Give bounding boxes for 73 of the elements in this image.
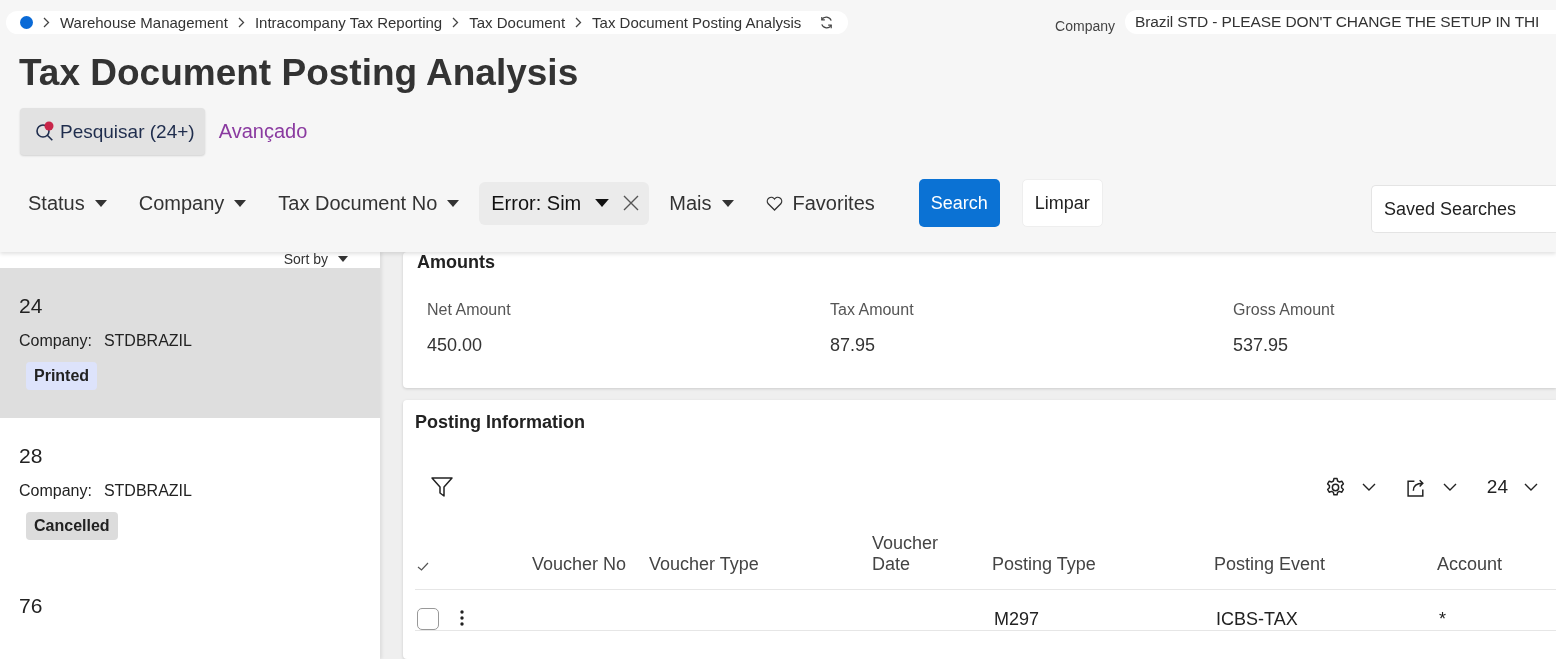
field-value: 87.95 <box>830 335 877 356</box>
company-label: Company: <box>19 332 92 350</box>
record-number: 24 <box>19 294 43 318</box>
search-button[interactable]: Search <box>918 179 1000 227</box>
column-header[interactable]: Posting Event <box>1212 554 1435 575</box>
chevron-right-icon <box>237 16 245 28</box>
advanced-link[interactable]: Avançado <box>218 120 308 143</box>
list-item[interactable]: 28 Company: STDBRAZIL Cancelled <box>0 418 380 568</box>
column-header[interactable]: Voucher Type <box>647 554 870 575</box>
chevron-down-icon <box>1361 483 1376 491</box>
status-badge: Printed <box>26 362 98 390</box>
chevron-right-icon <box>452 16 460 28</box>
breadcrumb-link[interactable]: Warehouse Management <box>60 13 228 31</box>
company-label: Company <box>1055 18 1115 34</box>
filter-dropdown[interactable]: Company <box>126 183 259 223</box>
filter-dropdown[interactable]: Tax Document No <box>266 183 472 223</box>
chevron-down-icon <box>1442 483 1457 491</box>
caret-icon <box>94 199 107 207</box>
saved-searches-field[interactable]: Saved Searches <box>1371 185 1556 233</box>
chevron-right-icon <box>575 16 583 28</box>
search-toggle-button[interactable]: Pesquisar (24+) <box>20 108 205 155</box>
chip-label: Error: Sim <box>491 191 582 215</box>
page-size-dropdown[interactable]: 24 <box>1486 476 1538 498</box>
sort-by-button[interactable]: Sort by <box>277 250 354 268</box>
table-cell-text: * <box>1438 609 1446 629</box>
heart-icon <box>765 195 783 211</box>
field-value: 537.95 <box>1233 335 1290 356</box>
list-item[interactable]: 24 Company: STDBRAZIL Printed <box>0 268 380 418</box>
filter-dropdown[interactable]: Mais <box>657 183 746 223</box>
field-value: 450.00 <box>427 335 484 356</box>
status-badge: Cancelled <box>26 512 118 540</box>
company-value: STDBRAZIL <box>103 332 192 350</box>
field-label: Tax Amount <box>830 301 915 319</box>
breadcrumb-link[interactable]: Intracompany Tax Reporting <box>254 13 443 31</box>
company-label: Company: <box>19 482 92 500</box>
field-label: Gross Amount <box>1233 301 1336 319</box>
search-icon <box>34 120 56 143</box>
filter-chip[interactable]: Error: Sim <box>479 181 650 225</box>
chevron-right-icon <box>43 16 50 28</box>
field-label: Net Amount <box>427 301 512 319</box>
more-options-icon[interactable] <box>460 610 464 626</box>
record-number: 76 <box>19 594 43 618</box>
settings-icon <box>1324 476 1346 498</box>
clear-button[interactable]: Limpar <box>1021 179 1103 227</box>
company-value: STDBRAZIL <box>103 482 192 500</box>
list-item[interactable]: 76 <box>0 568 380 659</box>
table-cell-text: ICBS-TAX <box>1215 609 1298 629</box>
refresh-icon[interactable] <box>819 14 835 30</box>
settings-menu-button[interactable] <box>1324 476 1376 498</box>
caret-icon <box>447 199 460 207</box>
check-icon <box>417 562 429 571</box>
column-header[interactable]: Account <box>1435 554 1556 575</box>
close-icon[interactable] <box>623 195 640 211</box>
company-field[interactable]: Brazil STD - PLEASE DON'T CHANGE THE SETUP IN THI <box>1125 10 1556 34</box>
section-title: Posting Information <box>415 412 585 432</box>
section-title: Amounts <box>417 252 496 273</box>
column-header[interactable]: Posting Type <box>990 554 1212 575</box>
page-title: Tax Document Posting Analysis <box>19 52 580 94</box>
row-checkbox[interactable] <box>417 608 439 630</box>
favorites-button[interactable]: Favorites <box>753 183 887 223</box>
caret-icon <box>721 199 734 207</box>
caret-icon <box>595 199 610 207</box>
table-cell-text: M297 <box>993 609 1040 629</box>
breadcrumb-link[interactable]: Tax Document <box>469 13 566 31</box>
column-header[interactable]: Voucher No <box>530 554 647 575</box>
filter-dropdown[interactable]: Status <box>16 183 119 223</box>
record-number: 28 <box>19 444 43 468</box>
filter-icon[interactable] <box>430 475 454 499</box>
caret-icon <box>338 256 348 262</box>
breadcrumb-link[interactable]: Tax Document Posting Analysis <box>592 13 802 31</box>
column-header[interactable]: Voucher Date <box>870 533 957 575</box>
caret-icon <box>234 199 247 207</box>
chevron-down-icon <box>1524 483 1538 491</box>
